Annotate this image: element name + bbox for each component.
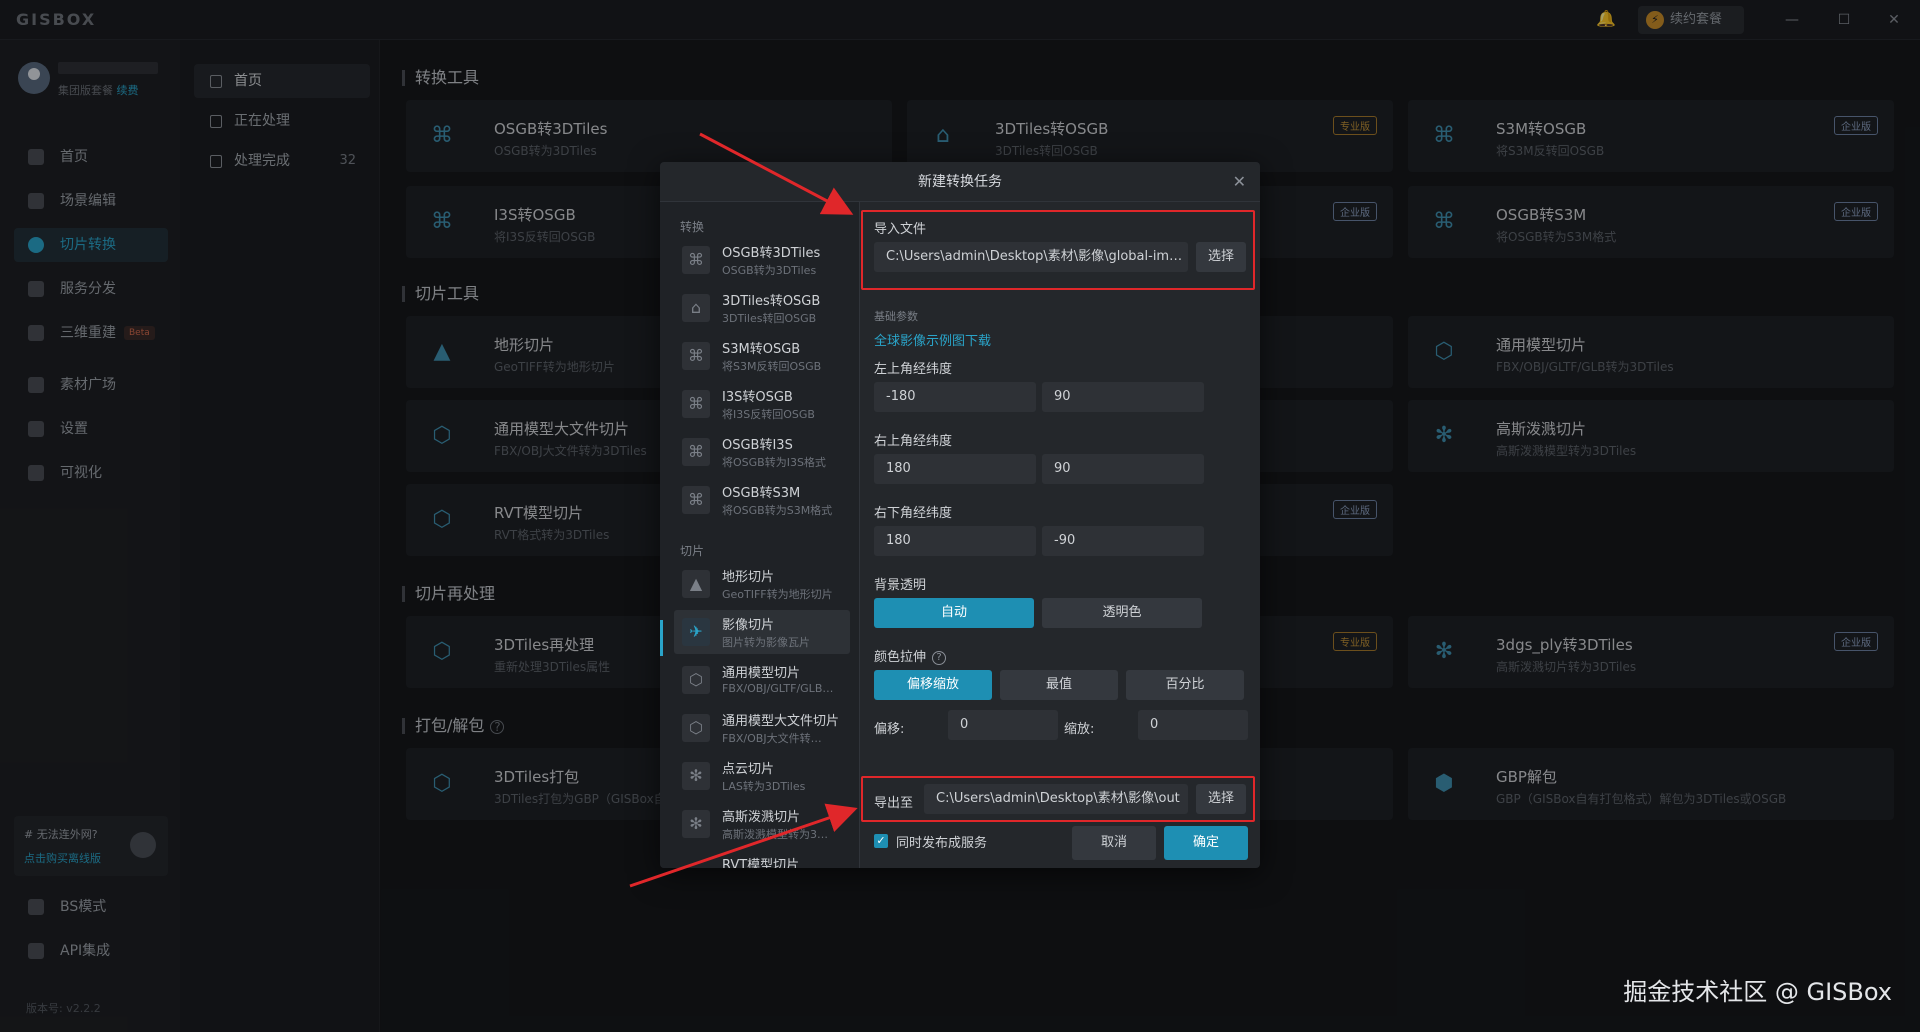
offset-input[interactable]: 0 — [948, 710, 1058, 740]
scale-input[interactable]: 0 — [1138, 710, 1248, 740]
bottom-right-label: 右下角经纬度 — [874, 506, 953, 521]
bg-color-button[interactable]: 透明色 — [1042, 598, 1202, 628]
list-item-subtitle: FBX/OBJ大文件转… — [722, 732, 822, 745]
scale-label: 缩放: — [1064, 722, 1095, 737]
active-indicator — [660, 620, 663, 656]
list-item-title: OSGB转S3M — [722, 486, 801, 501]
list-item-image-slice[interactable]: ✈ 影像切片图片转为影像瓦片 — [674, 610, 850, 654]
list-item-title: 通用模型大文件切片 — [722, 714, 840, 729]
list-item-subtitle: FBX/OBJ/GLTF/GLB… — [722, 682, 834, 695]
drone-icon: ⌘ — [682, 246, 710, 274]
list-item-subtitle: 3DTiles转回OSGB — [722, 312, 817, 325]
list-item-title: 影像切片 — [722, 618, 775, 633]
list-item[interactable]: ⌘ OSGB转S3M 将OSGB转为S3M格式 — [674, 478, 850, 522]
new-task-dialog: 新建转换任务 ✕ 转换 ⌘ OSGB转3DTiles OSGB转为3DTiles ⌂ 3… — [660, 162, 1260, 868]
list-item-title: 3DTiles转OSGB — [722, 294, 821, 309]
drone-icon: ⌘ — [682, 438, 710, 466]
list-item-subtitle: 高斯泼溅模型转为3… — [722, 828, 828, 841]
terrain-icon: ▲ — [682, 570, 710, 598]
app-window: GISBOX 🔔 ⚡ 续约套餐 — ☐ ✕ 集团版套餐 续费 首页 场景编辑 切… — [0, 0, 1920, 1032]
list-item[interactable]: ⌘ I3S转OSGB 将I3S反转回OSGB — [674, 382, 850, 426]
drone-icon: ⌘ — [682, 342, 710, 370]
color-stretch-text: 颜色拉伸 — [874, 650, 927, 665]
top-left-label: 左上角经纬度 — [874, 362, 953, 377]
list-item-title: OSGB转3DTiles — [722, 246, 821, 261]
color-stretch-label: 颜色拉伸? — [874, 646, 947, 665]
list-item-subtitle: OSGB转为3DTiles — [722, 264, 817, 277]
building-icon: ⌂ — [682, 294, 710, 322]
list-item[interactable]: ⌘ OSGB转3DTiles OSGB转为3DTiles — [674, 238, 850, 282]
export-path-input[interactable]: C:\Users\admin\Desktop\素材\影像\out — [924, 784, 1188, 814]
stretch-percent-button[interactable]: 百分比 — [1126, 670, 1244, 700]
export-label: 导出至 — [874, 796, 914, 811]
sample-download-link[interactable]: 全球影像示例图下载 — [874, 330, 991, 349]
publish-label: 同时发布成服务 — [896, 836, 988, 851]
list-item[interactable]: ✻ 点云切片 LAS转为3DTiles — [674, 754, 850, 798]
top-left-lon-input[interactable]: -180 — [874, 382, 1036, 412]
top-right-label: 右上角经纬度 — [874, 434, 953, 449]
stretch-offset-button[interactable]: 偏移缩放 — [874, 670, 992, 700]
bottom-right-lon-input[interactable]: 180 — [874, 526, 1036, 556]
list-item[interactable]: ▲ 地形切片 GeoTIFF转为地形切片 — [674, 562, 850, 606]
bg-auto-button[interactable]: 自动 — [874, 598, 1034, 628]
list-item-title: OSGB转I3S — [722, 438, 793, 453]
offset-label: 偏移: — [874, 722, 905, 737]
pointcloud-icon: ✻ — [682, 762, 710, 790]
top-right-lat-input[interactable]: 90 — [1042, 454, 1204, 484]
list-item-title: 点云切片 — [722, 762, 775, 777]
gaussian-icon: ✻ — [682, 810, 710, 838]
watermark: 掘金技术社区 @ GISBox — [1623, 978, 1892, 1006]
list-item-title: 通用模型切片 — [722, 666, 801, 681]
import-path-input[interactable]: C:\Users\admin\Desktop\素材\影像\global-ima… — [874, 242, 1188, 272]
list-item-subtitle: 将S3M反转回OSGB — [722, 360, 822, 373]
bg-transparent-label: 背景透明 — [874, 578, 927, 593]
list-item[interactable]: ⌘ S3M转OSGB 将S3M反转回OSGB — [674, 334, 850, 378]
list-item[interactable]: ⬡ 通用模型大文件切片 FBX/OBJ大文件转… — [674, 706, 850, 750]
list-item-title: I3S转OSGB — [722, 390, 793, 405]
export-select-button[interactable]: 选择 — [1196, 784, 1246, 814]
task-type-list: 转换 ⌘ OSGB转3DTiles OSGB转为3DTiles ⌂ 3DTiles转O… — [660, 202, 860, 868]
satellite-icon: ✈ — [682, 618, 710, 646]
cube-icon: ⬡ — [682, 714, 710, 742]
group-slice-label: 切片 — [680, 544, 705, 558]
help-icon[interactable]: ? — [932, 650, 947, 665]
list-item[interactable]: ⌘ OSGB转I3S 将OSGB转为I3S格式 — [674, 430, 850, 474]
cancel-button[interactable]: 取消 — [1072, 826, 1156, 860]
list-item-subtitle: LAS转为3DTiles — [722, 780, 806, 793]
list-item-subtitle: 将OSGB转为S3M格式 — [722, 504, 833, 517]
cube-icon: ⬡ — [682, 666, 710, 694]
list-item[interactable]: ✻ 高斯泼溅切片高斯泼溅模型转为3… — [674, 802, 850, 846]
list-item-title: S3M转OSGB — [722, 342, 801, 357]
dialog-title-text: 新建转换任务 — [918, 174, 1002, 190]
group-convert-label: 转换 — [680, 220, 705, 234]
publish-checkbox[interactable]: ✓ — [874, 834, 888, 848]
stretch-minmax-button[interactable]: 最值 — [1000, 670, 1118, 700]
list-item-subtitle: 将OSGB转为I3S格式 — [722, 456, 826, 469]
drone-icon: ⌘ — [682, 390, 710, 418]
import-select-button[interactable]: 选择 — [1196, 242, 1246, 272]
import-label: 导入文件 — [874, 222, 927, 237]
close-icon[interactable]: ✕ — [1233, 162, 1246, 202]
list-item-subtitle: 将I3S反转回OSGB — [722, 408, 815, 421]
task-form: 导入文件 C:\Users\admin\Desktop\素材\影像\global… — [861, 202, 1260, 868]
list-item[interactable]: ⌂ 3DTiles转OSGB 3DTiles转回OSGB — [674, 286, 850, 330]
list-item-subtitle: GeoTIFF转为地形切片 — [722, 588, 833, 601]
bottom-right-lat-input[interactable]: -90 — [1042, 526, 1204, 556]
list-item-title: RVT模型切片 — [722, 858, 800, 868]
list-item[interactable]: ⬡ 通用模型切片 FBX/OBJ/GLTF/GLB… — [674, 658, 850, 702]
list-item-title: 地形切片 — [722, 570, 775, 585]
list-item[interactable]: RVT模型切片 — [674, 850, 850, 868]
list-item-title: 高斯泼溅切片 — [722, 810, 801, 825]
top-left-lat-input[interactable]: 90 — [1042, 382, 1204, 412]
drone-icon: ⌘ — [682, 486, 710, 514]
dialog-title: 新建转换任务 ✕ — [660, 162, 1260, 202]
basic-params-label: 基础参数 — [874, 310, 918, 323]
list-item-subtitle: 图片转为影像瓦片 — [722, 636, 810, 649]
confirm-button[interactable]: 确定 — [1164, 826, 1248, 860]
top-right-lon-input[interactable]: 180 — [874, 454, 1036, 484]
